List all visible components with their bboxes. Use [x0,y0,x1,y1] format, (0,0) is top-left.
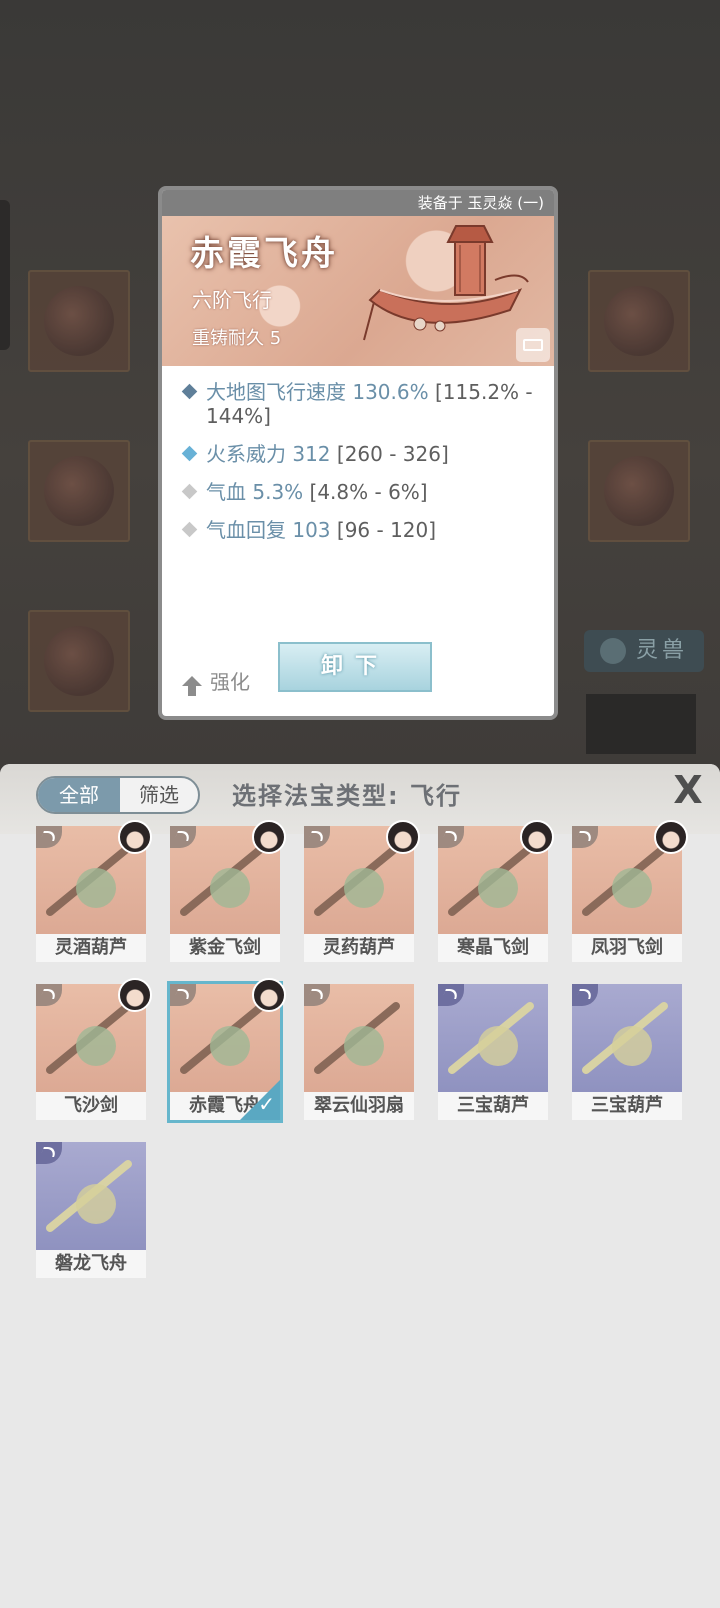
owner-avatar [118,978,152,1012]
item-label: 灵药葫芦 [304,934,414,962]
owner-avatar [252,820,286,854]
owner-avatar [520,820,554,854]
up-arrow-icon [182,676,202,696]
item-tile[interactable]: 飞沙剑 [36,978,152,1120]
lock-button[interactable] [516,328,550,362]
item-label: 寒晶飞剑 [438,934,548,962]
item-tile[interactable]: 寒晶飞剑 [438,820,554,962]
item-label: 磐龙飞舟 [36,1250,146,1278]
stat-row: 气血回复 103 [96 - 120] [180,518,540,542]
item-header: 赤霞飞舟 六阶飞行 重铸耐久 5 [162,216,554,366]
side-tab [0,200,10,350]
diamond-icon [181,383,198,400]
item-label: 三宝葫芦 [572,1092,682,1120]
owner-avatar [654,820,688,854]
beast-icon [599,638,626,664]
checkmark-icon: ✓ [258,1092,275,1116]
item-tile[interactable]: 灵药葫芦 [304,820,420,962]
diamond-icon [181,445,198,462]
stat-row: 大地图飞行速度 130.6% [115.2% - 144%] [180,380,540,428]
stat-row: 气血 5.3% [4.8% - 6%] [180,480,540,504]
owner-avatar [252,978,286,1012]
item-name: 赤霞飞舟 [190,234,338,274]
item-select-panel: 全部 筛选 选择法宝类型: 飞行 X 灵酒葫芦 紫金飞剑 灵药葫芦 寒晶飞剑 凤羽飞剑飞… [0,764,720,1608]
item-tile[interactable]: 三宝葫芦 [438,984,548,1120]
owner-avatar [118,820,152,854]
item-grade: 六阶飞行 [192,288,272,312]
item-tile[interactable]: 凤羽飞剑 [572,820,688,962]
panel-header: 全部 筛选 选择法宝类型: 飞行 X [0,764,720,834]
stat-row: 火系威力 312 [260 - 326] [180,442,540,466]
equip-slot [28,610,130,712]
unequip-button[interactable]: 卸下 [278,642,432,692]
tab-all[interactable]: 全部 [38,778,120,812]
equip-slot [588,440,690,542]
equip-slot [588,270,690,372]
item-label: 灵酒葫芦 [36,934,146,962]
lock-icon [523,339,543,351]
item-tile[interactable]: 三宝葫芦 [572,984,682,1120]
empty-slot [586,694,696,754]
diamond-icon [181,483,198,500]
item-tile[interactable]: 磐龙飞舟 [36,1142,146,1278]
item-label: 紫金飞剑 [170,934,280,962]
tab-filter[interactable]: 筛选 [120,778,198,812]
item-tile[interactable]: 赤霞飞舟 ✓ [167,978,286,1123]
item-label: 三宝葫芦 [438,1092,548,1120]
item-tile[interactable]: 灵酒葫芦 [36,820,152,962]
spirit-beast-button[interactable]: 灵兽 [584,630,704,672]
equipped-on-label: 装备于 玉灵焱 (一) [162,190,554,216]
item-durability: 重铸耐久 5 [192,328,282,349]
stats-list: 大地图飞行速度 130.6% [115.2% - 144%] 火系威力 312 … [180,380,540,556]
item-label: 翠云仙羽扇 [304,1092,414,1120]
item-tile[interactable]: 紫金飞剑 [170,820,286,962]
equip-slot [28,440,130,542]
panel-title: 选择法宝类型: 飞行 [232,782,462,810]
filter-toggle: 全部 筛选 [36,776,200,814]
diamond-icon [181,521,198,538]
item-label: 飞沙剑 [36,1092,146,1120]
item-tile[interactable]: 翠云仙羽扇 [304,984,414,1120]
close-button[interactable]: X [668,770,708,810]
item-label: 凤羽飞剑 [572,934,682,962]
owner-avatar [386,820,420,854]
flying-boat-image [363,225,529,341]
item-detail-card: 装备于 玉灵焱 (一) 赤霞飞舟 六阶飞行 重铸耐久 5 大地图飞行速度 130… [158,186,558,720]
equip-slot [28,270,130,372]
enhance-button[interactable]: 强化 [182,666,250,696]
